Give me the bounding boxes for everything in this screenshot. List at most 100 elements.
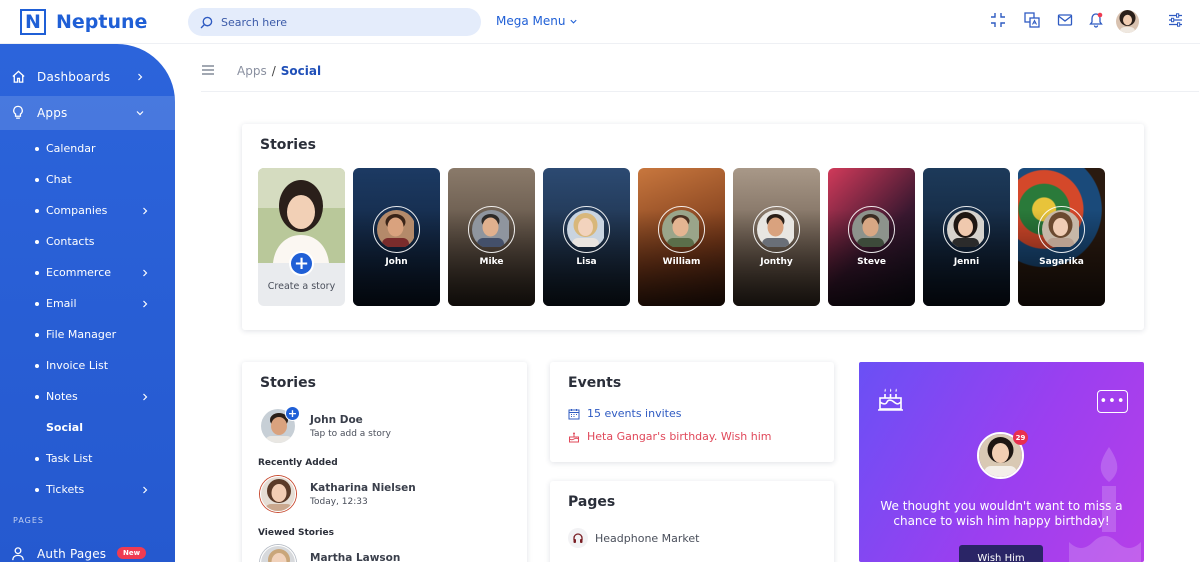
person-name: Katharina Nielsen <box>310 481 416 494</box>
avatar[interactable] <box>1116 10 1139 33</box>
mega-menu-label: Mega Menu <box>496 14 566 28</box>
story-avatar <box>1038 206 1085 253</box>
fullscreen-icon[interactable] <box>990 12 1006 28</box>
sidebar-sub-tickets[interactable]: Tickets <box>35 483 148 496</box>
cake-icon <box>569 432 579 442</box>
sidebar-sub-ecommerce[interactable]: Ecommerce <box>35 266 148 279</box>
event-invites[interactable]: 15 events invites <box>568 407 681 420</box>
create-story-photo <box>258 168 345 263</box>
settings-sliders-icon[interactable] <box>1168 12 1183 28</box>
bullet <box>35 332 39 337</box>
sidebar-sub-notes[interactable]: Notes <box>35 390 148 403</box>
sidebar-sub-label: Companies <box>46 204 108 217</box>
sidebar-sub-calendar[interactable]: Calendar <box>35 142 95 155</box>
bullet <box>35 270 39 275</box>
sidebar-sub-label: Invoice List <box>46 359 109 372</box>
story-card[interactable]: Jenni <box>923 168 1010 306</box>
sidebar-label: Auth Pages <box>37 547 107 561</box>
sidebar-sub-companies[interactable]: Companies <box>35 204 148 217</box>
bullet <box>35 394 39 399</box>
story-name: Mike <box>479 257 504 267</box>
story-name: Jenni <box>953 257 980 267</box>
page-item-label: Headphone Market <box>595 531 700 545</box>
sidebar-sub-label: File Manager <box>46 328 117 341</box>
bullet <box>35 177 39 182</box>
sidebar-sub-social[interactable]: Social <box>46 421 83 434</box>
headphone-icon <box>568 528 588 548</box>
person-avatar <box>260 545 296 562</box>
sidebar-sub-label: Contacts <box>46 235 95 248</box>
sidebar-sub-label: Social <box>46 421 83 434</box>
event-birthday-label: Heta Gangar's birthday. Wish him <box>587 430 772 443</box>
viewed-story[interactable]: Martha Lawson <box>260 545 400 562</box>
sidebar: Dashboards Apps Calendar Chat Companies … <box>0 44 175 562</box>
sidebar-sub-task-list[interactable]: Task List <box>35 452 92 465</box>
story-avatar <box>658 206 705 253</box>
chevron-down-icon <box>570 19 578 24</box>
birthday-message: We thought you wouldn't want to miss a c… <box>880 499 1123 528</box>
chevron-right-icon <box>143 486 148 493</box>
home-icon <box>12 70 25 83</box>
bullet <box>35 487 39 492</box>
menu-toggle-icon[interactable] <box>201 64 215 76</box>
mega-menu[interactable]: Mega Menu <box>496 14 578 28</box>
create-story[interactable]: + Create a story <box>258 168 345 306</box>
sidebar-sub-label: Email <box>46 297 77 310</box>
story-card[interactable]: John <box>353 168 440 306</box>
story-card[interactable]: Jonthy <box>733 168 820 306</box>
search-bar[interactable] <box>188 8 481 36</box>
stories-list-card: Stories + John Doe Tap to add a story Re… <box>242 362 527 562</box>
story-card[interactable]: Lisa <box>543 168 630 306</box>
sidebar-sub-contacts[interactable]: Contacts <box>35 235 95 248</box>
chevron-down-icon <box>136 111 144 116</box>
person-subtitle: Tap to add a story <box>310 428 391 439</box>
birthday-card: ••• 29 We thought you wouldn't want to m… <box>859 362 1144 562</box>
story-card[interactable]: Mike <box>448 168 535 306</box>
story-avatar <box>563 206 610 253</box>
event-invites-label: 15 events invites <box>587 407 682 420</box>
story-avatar <box>943 206 990 253</box>
lightbulb-icon <box>13 105 23 119</box>
story-name: Steve <box>857 257 886 267</box>
more-options-button[interactable]: ••• <box>1097 390 1128 413</box>
breadcrumb-current: Social <box>280 64 322 78</box>
breadcrumb-parent[interactable]: Apps <box>237 64 267 78</box>
sidebar-sub-email[interactable]: Email <box>35 297 148 310</box>
pages-card: Pages Headphone Market <box>550 481 834 562</box>
story-card[interactable]: Sagarika <box>1018 168 1105 306</box>
pages-title: Pages <box>568 494 616 510</box>
story-card[interactable]: Steve <box>828 168 915 306</box>
logo[interactable]: N Neptune <box>20 9 147 35</box>
bullet <box>35 301 39 306</box>
sidebar-item-dashboards[interactable]: Dashboards <box>0 60 175 94</box>
wish-him-button[interactable]: Wish Him <box>959 545 1043 562</box>
add-story-plus[interactable]: + <box>285 406 300 421</box>
translate-icon[interactable] <box>1024 12 1040 28</box>
recent-story[interactable]: Katharina Nielsen Today, 12:33 <box>260 476 416 512</box>
page-item[interactable]: Headphone Market <box>568 528 700 548</box>
search-icon <box>200 16 213 28</box>
sidebar-sub-chat[interactable]: Chat <box>35 173 72 186</box>
chevron-right-icon <box>143 207 148 214</box>
add-story-plus[interactable]: + <box>289 251 314 276</box>
story-name: John <box>385 257 408 267</box>
event-birthday[interactable]: Heta Gangar's birthday. Wish him <box>568 430 771 443</box>
user-icon <box>12 547 24 561</box>
sidebar-label: Apps <box>37 106 68 120</box>
story-card[interactable]: William <box>638 168 725 306</box>
bell-icon[interactable] <box>1088 12 1104 28</box>
bullet <box>35 146 39 151</box>
mail-icon[interactable] <box>1057 12 1073 28</box>
story-name: Lisa <box>576 257 597 267</box>
sidebar-sub-file-manager[interactable]: File Manager <box>35 328 116 341</box>
sidebar-sub-invoice-list[interactable]: Invoice List <box>35 359 108 372</box>
breadcrumb-separator: / <box>271 64 276 78</box>
sidebar-sub-label: Task List <box>46 452 93 465</box>
sidebar-item-auth-pages[interactable]: Auth Pages <box>0 537 175 562</box>
story-avatar <box>373 206 420 253</box>
recently-added-label: Recently Added <box>258 458 338 468</box>
my-story[interactable]: + John Doe Tap to add a story <box>260 406 391 444</box>
stories-strip-card: Stories + Create a story John Mike Lisa … <box>242 124 1144 330</box>
search-input[interactable] <box>221 15 461 29</box>
sidebar-item-apps[interactable]: Apps <box>0 96 175 130</box>
